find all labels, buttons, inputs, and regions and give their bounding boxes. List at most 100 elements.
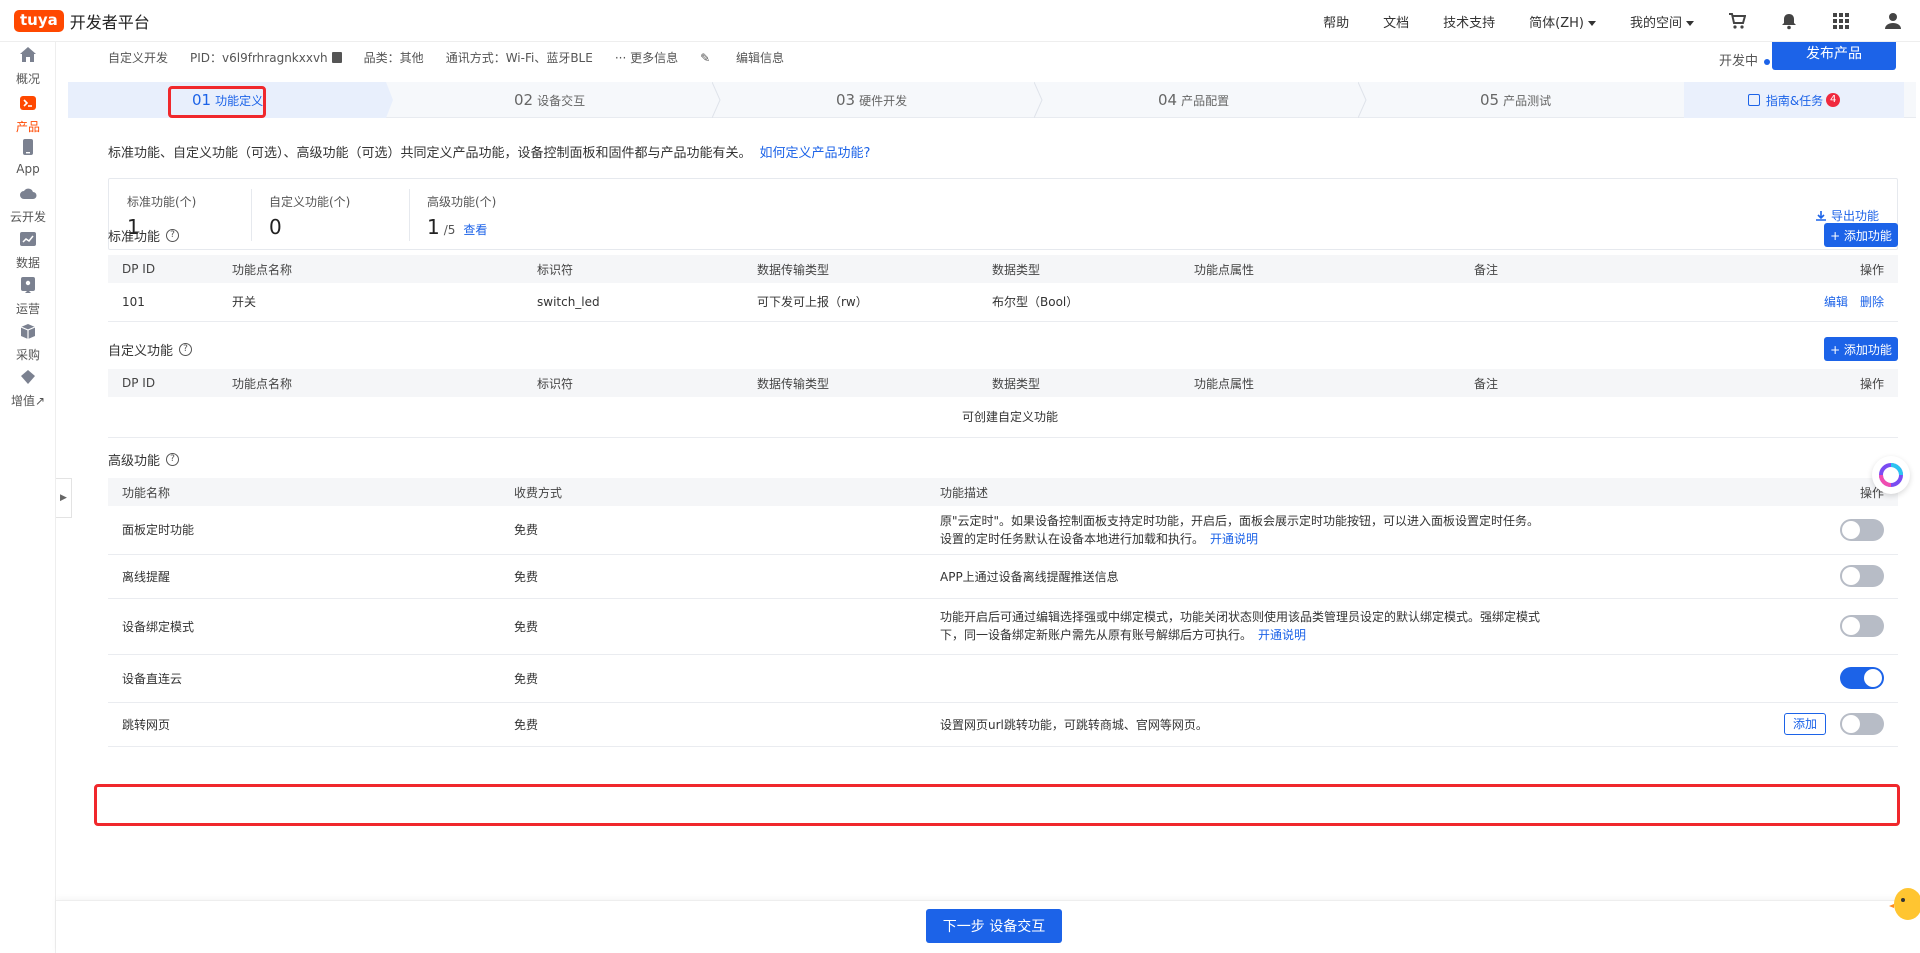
help-icon[interactable]: ? (166, 229, 180, 242)
export-label: 导出功能 (1830, 209, 1879, 223)
cell-func-name: 面板定时功能 (122, 523, 195, 538)
add-custom-button[interactable]: + 添加功能 (1824, 337, 1898, 361)
step-num: 03 (836, 91, 856, 109)
cell-fee: 免费 (514, 717, 539, 732)
add-webpage-button[interactable]: 添加 (1783, 713, 1826, 735)
table-row: 离线提醒 免费 APP上通过设备离线提醒推送信息 (108, 554, 1898, 598)
sidebar-label: 产品 (15, 120, 40, 134)
bell-icon[interactable] (1780, 12, 1798, 30)
sidebar-item-operations[interactable]: 运营 (0, 276, 56, 317)
footer-bar: 下一步 设备交互 (56, 900, 1920, 953)
nav-language-label: 简体(ZH) (1529, 15, 1584, 31)
edit-link[interactable]: 编辑 (1824, 295, 1848, 309)
assistant-ring-icon (1879, 463, 1903, 487)
main-content: 自定义开发 PID：v6l9frhragnkxxvh 品类：其他 通讯方式：Wi… (68, 36, 1920, 953)
edit-info-link[interactable]: ✎ 编辑信息 (700, 49, 806, 66)
mascot-icon[interactable] (1888, 878, 1920, 922)
help-icon[interactable]: ? (166, 453, 180, 466)
cloud-icon (20, 188, 37, 199)
help-icon[interactable]: ? (179, 343, 193, 356)
table-header: DP ID 功能点名称 标识符 数据传输类型 数据类型 功能点属性 备注 操作 (108, 255, 1898, 283)
col-data-type: 数据类型 (992, 262, 1041, 277)
col-op: 操作 (1859, 376, 1884, 391)
next-step-button[interactable]: 下一步 设备交互 (926, 909, 1062, 943)
desc-line-2: 设置的定时任务默认在设备本地进行加载和执行。 开通说明 (940, 530, 1686, 548)
nav-docs[interactable]: 文档 (1383, 12, 1409, 31)
cell-desc: 原"云定时"。如果设备控制面板支持定时功能，开启后，面板会展示定时功能按钮，可以… (926, 506, 1686, 554)
step-04[interactable]: 04 产品配置 (1158, 82, 1229, 118)
sidebar-label: 采购 (15, 348, 40, 362)
table-header: DP ID 功能点名称 标识符 数据传输类型 数据类型 功能点属性 备注 操作 (108, 369, 1898, 397)
cell-op (1686, 554, 1898, 598)
sidebar: 概况 产品 App 云开发 数据 运营 采购 增值↗ (0, 42, 56, 953)
more-info-link[interactable]: ··· 更多信息 (615, 49, 678, 66)
sidebar-item-value-added[interactable]: 增值↗ (0, 368, 56, 409)
standard-title: 标准功能 (108, 230, 161, 245)
nav-language[interactable]: 简体(ZH) (1529, 12, 1596, 31)
step-02[interactable]: 02 设备交互 (514, 82, 585, 118)
cell-fee: 免费 (514, 619, 539, 634)
standard-section-title: 标准功能? (108, 226, 180, 245)
col-identifier: 标识符 (537, 262, 574, 277)
bind-mode-toggle[interactable] (1840, 615, 1884, 637)
stat-custom: 自定义功能(个) 0 (251, 179, 411, 251)
custom-title: 自定义功能 (108, 344, 174, 359)
add-standard-button[interactable]: + 添加功能 (1824, 223, 1898, 247)
sidebar-item-cloud[interactable]: 云开发 (0, 184, 56, 225)
desc-line-2: 下，同一设备绑定新账户需先从原有账号解绑后方可执行。 开通说明 (940, 626, 1686, 644)
delete-link[interactable]: 删除 (1860, 295, 1884, 309)
cell-note (1460, 283, 1750, 321)
open-guide-link[interactable]: 开通说明 (1258, 628, 1306, 642)
cell-dp: 101 (122, 294, 145, 309)
copy-icon[interactable] (331, 51, 342, 63)
chevron-right-icon: ▶ (60, 493, 67, 503)
panel-timer-toggle[interactable] (1840, 518, 1884, 541)
col-op: 操作 (1859, 262, 1884, 277)
nav-my-space[interactable]: 我的空间 (1630, 12, 1694, 31)
advanced-title: 高级功能 (108, 454, 161, 469)
nav-help[interactable]: 帮助 (1323, 12, 1349, 31)
desc-line: 原"云定时"。如果设备控制面板支持定时功能，开启后，面板会展示定时功能按钮，可以… (940, 513, 1540, 528)
apps-grid-icon[interactable] (1832, 12, 1850, 30)
sidebar-label: 数据 (15, 256, 40, 270)
col-name: 功能点名称 (232, 262, 293, 277)
highlight-direct-cloud-row (94, 784, 1900, 826)
sidebar-item-data[interactable]: 数据 (0, 230, 56, 271)
cart-icon[interactable] (1728, 12, 1746, 30)
table-row: 跳转网页 免费 设置网页url跳转功能，可跳转商城、官网等网页。 添加 (108, 702, 1898, 746)
stat-advanced-total: /5 (443, 223, 456, 237)
phone-icon (23, 139, 33, 155)
table-header: 功能名称 收费方式 功能描述 操作 (108, 478, 1898, 506)
step-05[interactable]: 05 产品测试 (1480, 82, 1551, 118)
sidebar-item-overview[interactable]: 概况 (0, 46, 56, 87)
col-note: 备注 (1474, 376, 1499, 391)
nav-support[interactable]: 技术支持 (1443, 12, 1495, 31)
cell-fee: 免费 (514, 671, 539, 686)
chevron-down-icon (1686, 20, 1694, 26)
webpage-jump-toggle[interactable] (1840, 713, 1884, 735)
cell-func-name: 离线提醒 (122, 569, 171, 584)
stat-title: 标准功能(个) (127, 195, 197, 209)
export-button[interactable]: 导出功能 (1815, 207, 1879, 224)
chart-icon (20, 232, 36, 246)
step-03[interactable]: 03 硬件开发 (836, 82, 907, 118)
ai-assistant-icon[interactable] (1872, 456, 1910, 494)
step-label: 功能定义 (215, 93, 264, 108)
sidebar-item-app[interactable]: App (0, 138, 56, 176)
guide-tasks-button[interactable]: 指南&任务 4 (1684, 82, 1904, 118)
sidebar-item-product[interactable]: 产品 (0, 94, 56, 135)
sidebar-item-purchase[interactable]: 采购 (0, 322, 56, 363)
open-guide-link[interactable]: 开通说明 (1210, 532, 1258, 546)
intro-help-link[interactable]: 如何定义产品功能? (760, 146, 871, 161)
logo[interactable]: tuya 开发者平台 (14, 9, 150, 33)
offline-alert-toggle[interactable] (1840, 565, 1884, 587)
dev-type: 自定义开发 (108, 50, 169, 65)
step-01[interactable]: 01 功能定义 (192, 82, 263, 118)
direct-cloud-toggle[interactable] (1840, 667, 1884, 689)
advanced-table: 功能名称 收费方式 功能描述 操作 面板定时功能 免费 原"云定时"。如果设备控… (108, 478, 1898, 747)
user-icon[interactable] (1884, 12, 1902, 30)
cell-op (1686, 506, 1898, 554)
col-attr: 功能点属性 (1194, 376, 1255, 391)
view-advanced-link[interactable]: 查看 (463, 223, 487, 237)
step-label: 产品测试 (1503, 93, 1552, 108)
